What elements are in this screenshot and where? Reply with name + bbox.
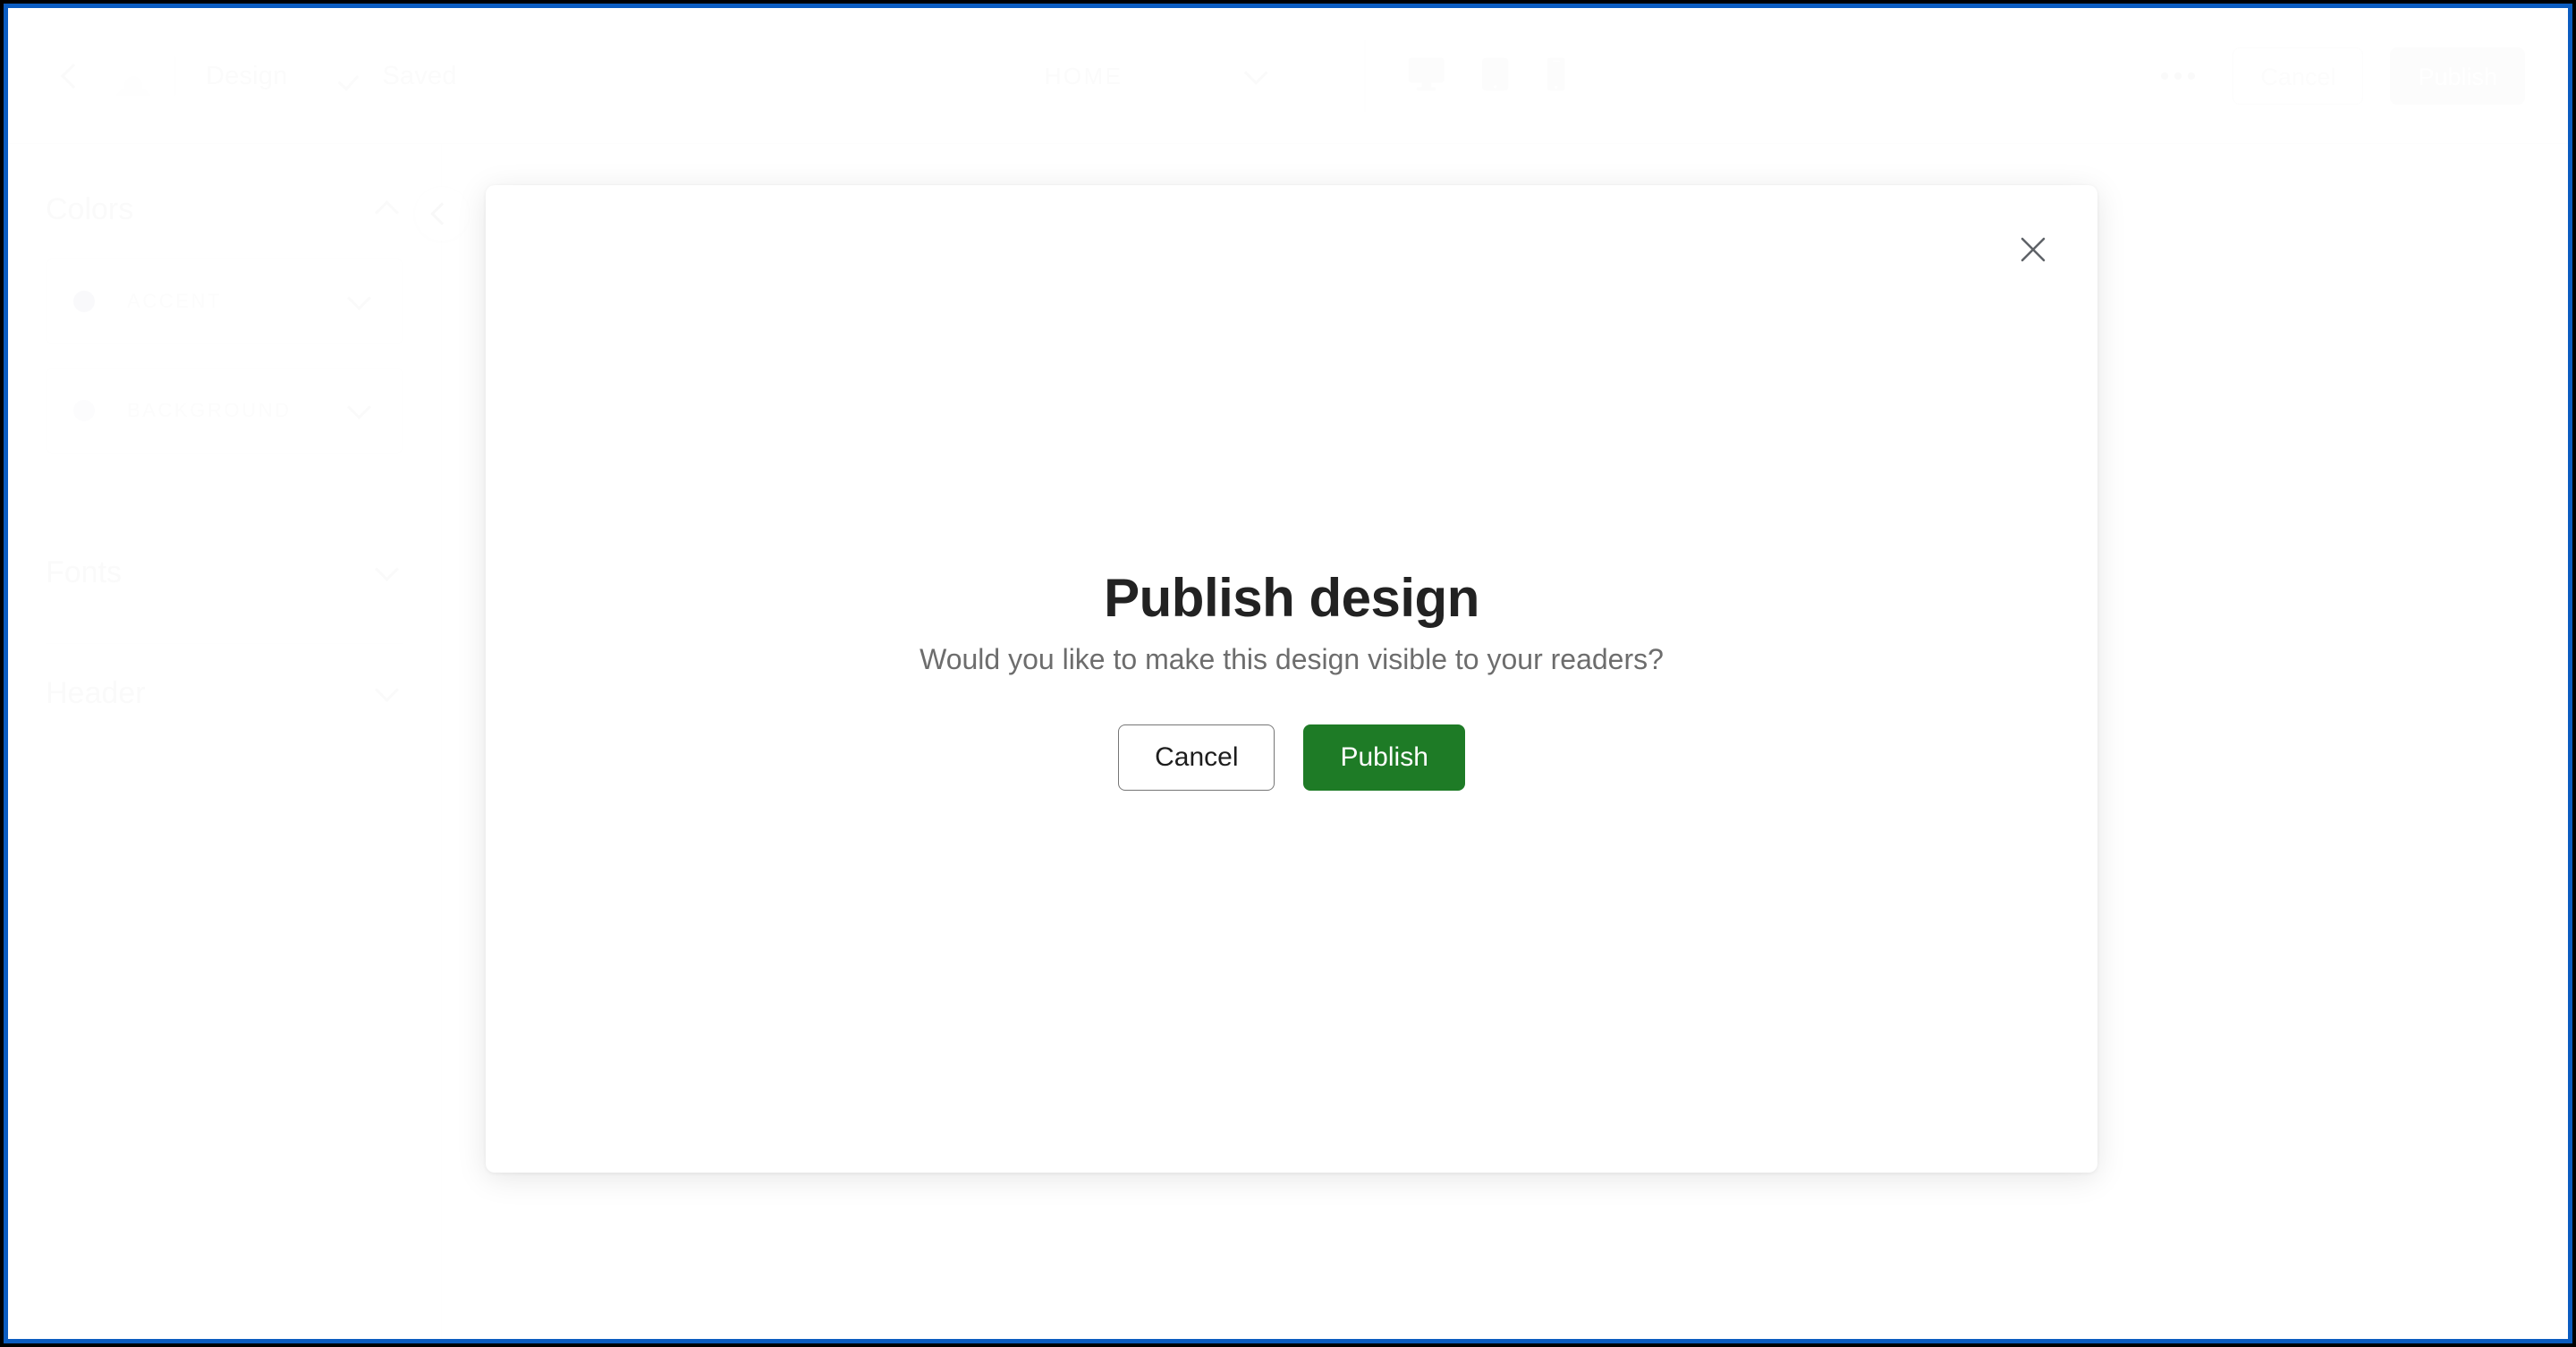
dialog-title: Publish design <box>1104 568 1479 628</box>
viewport-border: Design Saved HOME <box>4 4 2572 1343</box>
dialog-cancel-button[interactable]: Cancel <box>1118 724 1275 791</box>
publish-design-dialog: Publish design Would you like to make th… <box>486 185 2097 1173</box>
dialog-subtitle: Would you like to make this design visib… <box>919 643 1664 675</box>
dialog-publish-button[interactable]: Publish <box>1303 724 1465 791</box>
dialog-body: Publish design Would you like to make th… <box>486 185 2097 1173</box>
dialog-actions: Cancel Publish <box>1118 724 1465 791</box>
browser-window-frame: Design Saved HOME <box>0 0 2576 1347</box>
